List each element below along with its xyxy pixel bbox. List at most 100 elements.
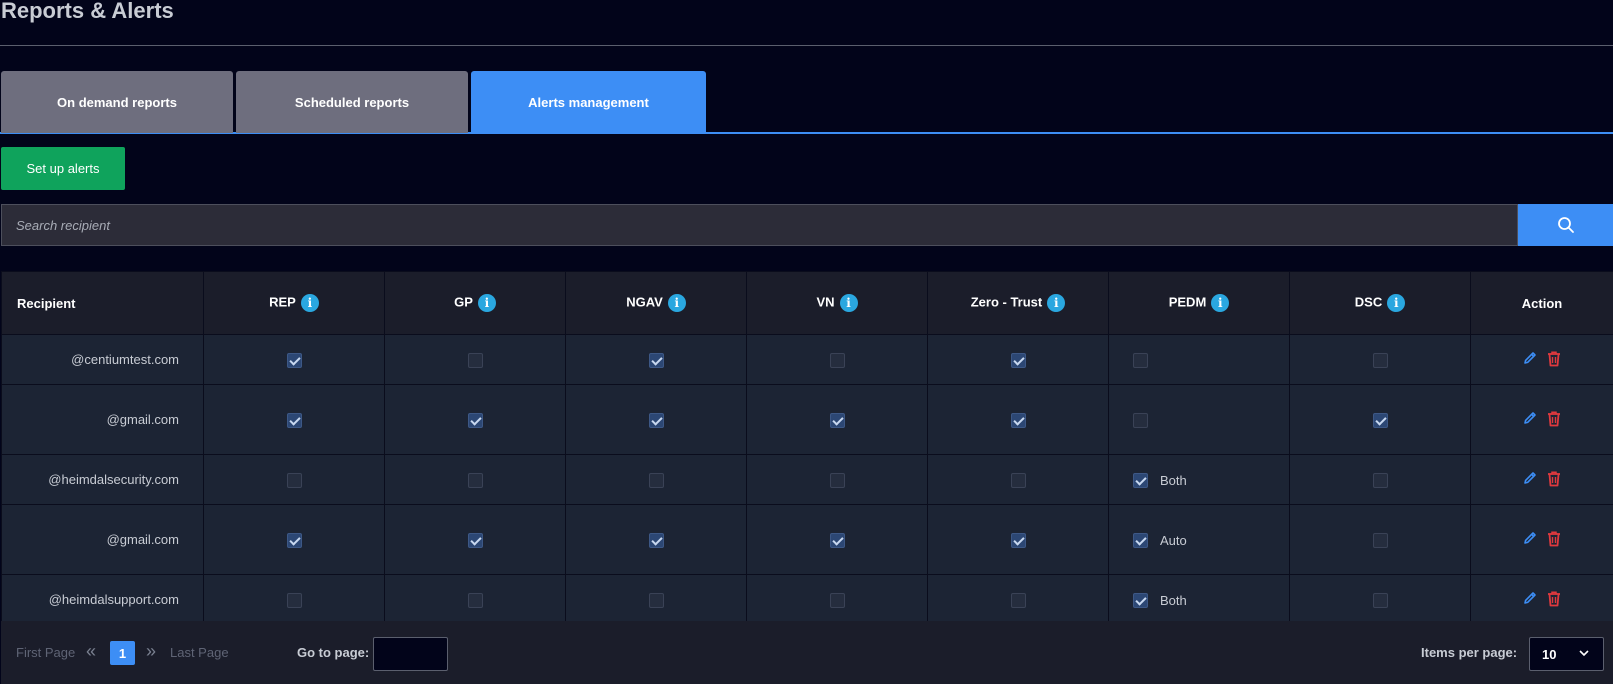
tab-bar: On demand reports Scheduled reports Aler… <box>0 71 1613 134</box>
column-header-dsc: DSC i <box>1289 271 1471 335</box>
info-icon[interactable]: i <box>667 294 686 312</box>
column-header-zero-trust: Zero - Trust i <box>927 271 1109 335</box>
ngav-cell <box>565 574 747 625</box>
ngav-checkbox[interactable] <box>648 352 664 368</box>
column-header-ngav: NGAV i <box>565 271 747 335</box>
search-input[interactable] <box>1 204 1518 246</box>
dsc-checkbox[interactable] <box>1372 532 1388 548</box>
ngav-checkbox[interactable] <box>648 412 664 428</box>
ngav-checkbox[interactable] <box>648 472 664 488</box>
gp-checkbox[interactable] <box>467 472 483 488</box>
gp-checkbox[interactable] <box>467 532 483 548</box>
pedm-checkbox[interactable] <box>1133 472 1148 488</box>
trash-icon[interactable] <box>1546 350 1562 367</box>
trash-icon[interactable] <box>1546 410 1562 427</box>
ngav-cell <box>565 334 747 385</box>
rep-checkbox[interactable] <box>286 352 302 368</box>
action-cell <box>1470 384 1613 455</box>
zero-trust-cell <box>927 454 1109 505</box>
tab-scheduled-reports[interactable]: Scheduled reports <box>236 71 468 133</box>
recipient-cell: @gmail.com <box>1 504 204 575</box>
ngav-checkbox[interactable] <box>648 592 664 608</box>
ngav-checkbox[interactable] <box>648 532 664 548</box>
column-header-action: Action <box>1470 271 1613 335</box>
info-icon[interactable]: i <box>1211 294 1230 312</box>
go-to-page-input[interactable] <box>373 637 448 671</box>
rep-checkbox[interactable] <box>286 532 302 548</box>
vn-checkbox[interactable] <box>829 472 845 488</box>
zero-trust-checkbox[interactable] <box>1010 532 1026 548</box>
tab-on-demand-reports[interactable]: On demand reports <box>1 71 233 133</box>
column-header-recipient[interactable]: Recipient <box>1 271 204 335</box>
zero-trust-cell <box>927 574 1109 625</box>
info-icon[interactable]: i <box>300 294 319 312</box>
info-icon[interactable]: i <box>477 294 496 312</box>
last-page-link[interactable]: Last Page <box>170 645 229 660</box>
trash-icon[interactable] <box>1546 590 1562 607</box>
gp-cell <box>384 504 566 575</box>
go-to-page-label: Go to page: <box>297 645 370 660</box>
rep-cell <box>203 574 385 625</box>
gp-checkbox[interactable] <box>467 592 483 608</box>
zero-trust-checkbox[interactable] <box>1010 472 1026 488</box>
current-page[interactable]: 1 <box>110 641 135 665</box>
info-icon[interactable]: i <box>839 294 858 312</box>
vn-checkbox[interactable] <box>829 412 845 428</box>
double-chevron-right-icon[interactable]: » <box>146 641 156 662</box>
pencil-icon[interactable] <box>1522 410 1538 426</box>
pedm-checkbox[interactable] <box>1133 352 1148 368</box>
trash-icon[interactable] <box>1546 470 1562 487</box>
pedm-cell: Auto <box>1108 504 1290 575</box>
dsc-checkbox[interactable] <box>1372 592 1388 608</box>
info-icon[interactable]: i <box>1047 294 1066 312</box>
items-per-page-select[interactable]: 10 <box>1529 637 1604 671</box>
gp-cell <box>384 334 566 385</box>
pedm-mode-label: Both <box>1160 472 1187 488</box>
search-button[interactable] <box>1518 204 1613 246</box>
dsc-checkbox[interactable] <box>1372 472 1388 488</box>
pedm-mode-label: Both <box>1160 592 1187 608</box>
table-row: @centiumtest.com <box>1 334 1613 385</box>
pencil-icon[interactable] <box>1522 590 1538 606</box>
search-icon <box>1557 217 1574 233</box>
column-header-vn: VN i <box>746 271 928 335</box>
rep-checkbox[interactable] <box>286 592 302 608</box>
rep-cell <box>203 454 385 505</box>
vn-checkbox[interactable] <box>829 592 845 608</box>
zero-trust-checkbox[interactable] <box>1010 592 1026 608</box>
first-page-link[interactable]: First Page <box>16 645 75 660</box>
gp-checkbox[interactable] <box>467 412 483 428</box>
column-header-rep: REP i <box>203 271 385 335</box>
rep-checkbox[interactable] <box>286 472 302 488</box>
dsc-cell <box>1289 334 1471 385</box>
pedm-checkbox[interactable] <box>1133 412 1148 428</box>
double-chevron-left-icon[interactable]: « <box>86 641 96 662</box>
vn-checkbox[interactable] <box>829 352 845 368</box>
zero-trust-checkbox[interactable] <box>1010 352 1026 368</box>
trash-icon[interactable] <box>1546 530 1562 547</box>
dsc-checkbox[interactable] <box>1372 412 1388 428</box>
tab-alerts-management[interactable]: Alerts management <box>471 71 706 133</box>
rep-checkbox[interactable] <box>286 412 302 428</box>
recipient-cell: @heimdalsupport.com <box>1 574 204 625</box>
pencil-icon[interactable] <box>1522 530 1538 546</box>
pencil-icon[interactable] <box>1522 350 1538 366</box>
recipient-cell: @heimdalsecurity.com <box>1 454 204 505</box>
set-up-alerts-button[interactable]: Set up alerts <box>1 147 125 190</box>
rep-cell <box>203 334 385 385</box>
gp-checkbox[interactable] <box>467 352 483 368</box>
dsc-checkbox[interactable] <box>1372 352 1388 368</box>
column-header-pedm: PEDM i <box>1108 271 1290 335</box>
zero-trust-cell <box>927 334 1109 385</box>
vn-checkbox[interactable] <box>829 532 845 548</box>
table-row: @heimdalsupport.com Both <box>1 574 1613 625</box>
search-bar <box>1 204 1613 246</box>
pedm-checkbox[interactable] <box>1133 532 1148 548</box>
zero-trust-checkbox[interactable] <box>1010 412 1026 428</box>
pedm-mode-label: Auto <box>1160 532 1187 548</box>
column-header-gp: GP i <box>384 271 566 335</box>
pedm-checkbox[interactable] <box>1133 592 1148 608</box>
info-icon[interactable]: i <box>1387 294 1406 312</box>
pencil-icon[interactable] <box>1522 470 1538 486</box>
title-divider <box>0 45 1613 46</box>
